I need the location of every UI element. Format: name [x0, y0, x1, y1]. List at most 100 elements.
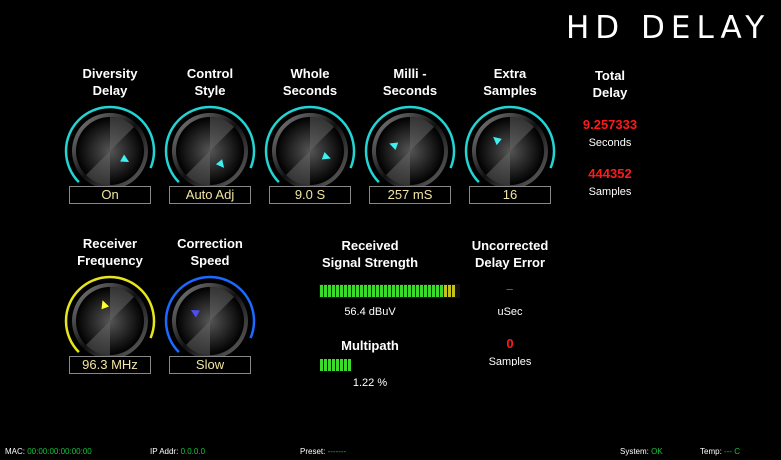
meter-segment [432, 285, 435, 297]
meter-segment [448, 285, 451, 297]
whole-seconds-label-line2: Seconds [282, 83, 338, 98]
meter-segment [324, 359, 327, 371]
total-delay-label-line1: Total [594, 68, 626, 83]
meter-segment [396, 285, 399, 297]
meter-segment [344, 359, 347, 371]
signal-strength-meter [319, 284, 460, 298]
receiver-frequency-label-line2: Frequency [77, 253, 143, 268]
receiver-frequency-label: Receiver Frequency [55, 235, 165, 269]
meter-segment [320, 359, 323, 371]
meter-segment [440, 285, 443, 297]
milli-seconds-value[interactable]: 257 mS [369, 186, 451, 204]
extra-samples-value[interactable]: 16 [469, 186, 551, 204]
meter-segment [340, 285, 343, 297]
meter-segment [332, 359, 335, 371]
diversity-delay-knob[interactable] [64, 105, 156, 197]
extra-samples-label-line2: Samples [483, 83, 537, 98]
extra-samples-knob[interactable] [464, 105, 556, 197]
meter-segment [328, 359, 331, 371]
receiver-frequency-knob[interactable] [64, 275, 156, 367]
uncorrected-label-line2: Delay Error [474, 255, 546, 270]
meter-segment [356, 285, 359, 297]
meter-segment [444, 285, 447, 297]
extra-samples-label-line1: Extra [493, 66, 527, 81]
meter-segment [400, 285, 403, 297]
ip-label: IP Addr: [150, 447, 179, 456]
diversity-delay-label-line1: Diversity [82, 66, 138, 81]
meter-segment [392, 285, 395, 297]
meter-segment [336, 285, 339, 297]
meter-segment [424, 285, 427, 297]
milli-seconds-knob[interactable] [364, 105, 456, 197]
meter-segment [324, 285, 327, 297]
uncorrected-usec-value-clipped: – [506, 289, 514, 296]
receiver-frequency-label-line1: Receiver [82, 236, 138, 251]
meter-segment [412, 285, 415, 297]
whole-seconds-label: Whole Seconds [255, 65, 365, 99]
signal-strength-label-line2: Signal Strength [321, 255, 419, 270]
milli-seconds-label-line1: Milli - [393, 66, 427, 81]
ip-value: 0.0.0.0 [180, 447, 206, 456]
meter-segment [320, 285, 323, 297]
meter-segment [332, 285, 335, 297]
total-delay-seconds-value: 9.257333 [582, 117, 638, 132]
uncorrected-delay-error-label: Uncorrected Delay Error [455, 237, 565, 271]
multipath-meter [319, 358, 460, 372]
control-style-knob[interactable] [164, 105, 256, 197]
temp-label: Temp: [700, 447, 722, 456]
diversity-delay-value[interactable]: On [69, 186, 151, 204]
meter-segment [372, 285, 375, 297]
mac-label: MAC: [5, 447, 25, 456]
status-temp: Temp: --- C [700, 447, 740, 456]
milli-seconds-label-line2: Seconds [382, 83, 438, 98]
diversity-delay-label: Diversity Delay [55, 65, 165, 99]
meter-segment [420, 285, 423, 297]
control-style-label-line2: Style [194, 83, 226, 98]
receiver-frequency-value[interactable]: 96.3 MHz [69, 356, 151, 374]
meter-segment [348, 285, 351, 297]
extra-samples-label: Extra Samples [455, 65, 565, 99]
preset-value: ------- [327, 447, 347, 456]
meter-segment [404, 285, 407, 297]
meter-segment [368, 285, 371, 297]
meter-segment [376, 285, 379, 297]
status-system: System: OK [620, 447, 663, 456]
whole-seconds-knob[interactable] [264, 105, 356, 197]
uncorrected-usec-unit: uSec [497, 306, 523, 318]
total-delay-label: Total Delay [555, 67, 665, 101]
preset-label: Preset: [300, 447, 326, 456]
app-title: HD DELAY [566, 10, 771, 46]
meter-segment [428, 285, 431, 297]
signal-strength-label: Received Signal Strength [305, 237, 435, 271]
meter-segment [348, 359, 351, 371]
status-ip: IP Addr: 0.0.0.0 [150, 447, 205, 456]
meter-segment [380, 285, 383, 297]
whole-seconds-value[interactable]: 9.0 S [269, 186, 351, 204]
meter-segment [340, 359, 343, 371]
meter-segment [352, 285, 355, 297]
status-preset: Preset: ------- [300, 447, 346, 456]
meter-segment [360, 285, 363, 297]
system-label: System: [620, 447, 649, 456]
meter-segment [388, 285, 391, 297]
uncorrected-samples-value: 0 [506, 336, 514, 351]
milli-seconds-label: Milli - Seconds [355, 65, 465, 99]
control-style-label-line1: Control [186, 66, 234, 81]
correction-speed-label-line2: Speed [190, 253, 230, 268]
whole-seconds-label-line1: Whole [290, 66, 330, 81]
multipath-value: 1.22 % [352, 377, 388, 389]
total-delay-samples-unit: Samples [588, 186, 632, 198]
correction-speed-knob[interactable] [164, 275, 256, 367]
control-style-label: Control Style [155, 65, 265, 99]
total-delay-samples-value: 444352 [588, 166, 632, 181]
control-style-value[interactable]: Auto Adj [169, 186, 251, 204]
meter-segment [344, 285, 347, 297]
total-delay-label-line2: Delay [592, 85, 628, 100]
correction-speed-value[interactable]: Slow [169, 356, 251, 374]
multipath-label: Multipath [341, 338, 399, 353]
temp-value: --- C [724, 447, 741, 456]
mac-value: 00:00:00:00:00:00 [27, 447, 92, 456]
meter-segment [408, 285, 411, 297]
diversity-delay-label-line2: Delay [92, 83, 128, 98]
uncorrected-samples-unit: Samples [488, 356, 532, 366]
